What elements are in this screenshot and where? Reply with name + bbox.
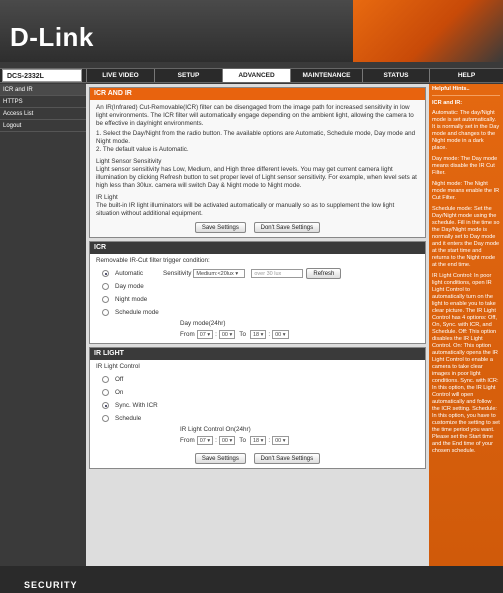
radio-ir-schedule[interactable] bbox=[102, 415, 109, 422]
radio-night-mode-label: Night mode bbox=[115, 295, 148, 303]
icr-condition-label: Removable IR-Cut filter trigger conditio… bbox=[96, 257, 210, 264]
radio-schedule-mode-label: Schedule mode bbox=[115, 308, 159, 316]
lux-input[interactable]: over 30 lux bbox=[251, 269, 304, 278]
chevron-down-icon: ▾ bbox=[235, 271, 239, 277]
chevron-down-icon: ▾ bbox=[229, 332, 233, 338]
day-mode-time-row: From 07 ▾: 00 ▾ To 18 ▾: 00 ▾ bbox=[180, 330, 419, 339]
chevron-down-icon: ▾ bbox=[282, 332, 286, 338]
radio-ir-off[interactable] bbox=[102, 376, 109, 383]
tab-maintenance[interactable]: MAINTENANCE bbox=[290, 69, 362, 82]
radio-ir-on[interactable] bbox=[102, 389, 109, 396]
ir-light-heading: IR Light bbox=[96, 194, 118, 201]
radio-automatic-label: Automatic bbox=[115, 269, 143, 277]
radio-day-mode[interactable] bbox=[102, 283, 109, 290]
chevron-down-icon: ▾ bbox=[229, 438, 233, 444]
help-panel: Helpful Hints.. ICR and IR: Automatic: T… bbox=[429, 84, 503, 566]
sensitivity-select[interactable]: Medium:<20lux ▾ bbox=[193, 269, 246, 278]
tab-setup[interactable]: SETUP bbox=[154, 69, 222, 82]
radio-night-mode[interactable] bbox=[102, 296, 109, 303]
from-label: From bbox=[180, 330, 195, 338]
ir-to-label: To bbox=[239, 436, 246, 444]
save-settings-button[interactable]: Save Settings bbox=[194, 222, 246, 233]
tab-advanced[interactable]: ADVANCED bbox=[222, 69, 290, 82]
ir-to-minute-select[interactable]: 00 ▾ bbox=[272, 436, 289, 445]
icr-title: ICR bbox=[90, 242, 425, 254]
help-schedule-mode: Schedule mode: Set the Day/Night mode us… bbox=[432, 206, 500, 268]
from-minute-select[interactable]: 00 ▾ bbox=[218, 330, 236, 339]
ir-light-panel: IR LIGHT IR Light Control Off On Sync. W… bbox=[89, 347, 426, 469]
help-title: Helpful Hints.. bbox=[432, 86, 500, 96]
icr-ir-title: ICR AND IR bbox=[90, 88, 425, 100]
ir-to-hour-value: 18 bbox=[252, 438, 260, 444]
chevron-down-icon: ▾ bbox=[260, 332, 264, 338]
to-hour-value: 18 bbox=[252, 332, 260, 338]
tab-status[interactable]: STATUS bbox=[362, 69, 429, 82]
help-ir-light-control: IR Light Control: In poor light conditio… bbox=[432, 273, 500, 454]
radio-ir-schedule-label: Schedule bbox=[115, 414, 142, 422]
sidebar-item-icr-and-ir[interactable]: ICR and IR bbox=[0, 84, 86, 96]
to-minute-select[interactable]: 00 ▾ bbox=[272, 330, 289, 339]
ir-time-row: From 07 ▾: 00 ▾ To 18 ▾: 00 ▾ bbox=[180, 436, 419, 445]
sidebar-item-https[interactable]: HTTPS bbox=[0, 96, 86, 108]
nav-tabs: LIVE VIDEO SETUP ADVANCED MAINTENANCE ST… bbox=[86, 69, 429, 82]
dlink-logo: D-Link bbox=[10, 22, 94, 52]
ir-light-control-label: IR Light Control bbox=[96, 363, 140, 370]
from-hour-select[interactable]: 07 ▾ bbox=[196, 330, 214, 339]
radio-ir-on-label: On bbox=[115, 388, 124, 396]
tab-live-video[interactable]: LIVE VIDEO bbox=[86, 69, 154, 82]
icr-ir-panel: ICR AND IR An IR(Infrared) Cut-Removable… bbox=[89, 87, 426, 238]
help-heading: ICR and IR: bbox=[432, 100, 463, 106]
help-night-mode: Night mode: The Night mode means enable … bbox=[432, 181, 500, 201]
sidebar: ICR and IR HTTPS Access List Logout bbox=[0, 84, 86, 566]
radio-day-mode-label: Day mode bbox=[115, 282, 144, 290]
refresh-button[interactable]: Refresh bbox=[306, 268, 342, 279]
ir-from-minute-select[interactable]: 00 ▾ bbox=[218, 436, 236, 445]
header-accent bbox=[353, 0, 503, 62]
footer-security: SECURITY bbox=[24, 580, 78, 590]
sensitivity-label: Sensitivity bbox=[163, 269, 192, 277]
to-hour-select[interactable]: 18 ▾ bbox=[249, 330, 267, 339]
chevron-down-icon: ▾ bbox=[260, 438, 264, 444]
ir-light-title: IR LIGHT bbox=[90, 348, 425, 360]
sensitivity-select-value: Medium:<20lux bbox=[196, 271, 234, 277]
radio-ir-sync-icr[interactable] bbox=[102, 402, 109, 409]
ir-from-hour-select[interactable]: 07 ▾ bbox=[196, 436, 214, 445]
ir-from-minute-value: 00 bbox=[221, 438, 228, 444]
chevron-down-icon: ▾ bbox=[207, 332, 211, 338]
sensitivity-desc: Light sensor sensitivity has Low, Medium… bbox=[96, 166, 417, 189]
icr-step2: 2. The default value is Automatic. bbox=[96, 146, 189, 153]
radio-ir-sync-icr-label: Sync. With ICR bbox=[115, 401, 158, 409]
icr-step1: 1. Select the Day/Night from the radio b… bbox=[96, 130, 416, 145]
dont-save-settings-button[interactable]: Don't Save Settings bbox=[253, 222, 321, 233]
main-content: ICR AND IR An IR(Infrared) Cut-Removable… bbox=[86, 84, 429, 566]
ir-on-label: IR Light Control On(24hr) bbox=[180, 426, 251, 433]
ir-to-hour-select[interactable]: 18 ▾ bbox=[249, 436, 267, 445]
from-hour-value: 07 bbox=[199, 332, 206, 338]
ir-to-minute-value: 00 bbox=[275, 438, 282, 444]
ir-save-settings-button[interactable]: Save Settings bbox=[194, 453, 246, 464]
chevron-down-icon: ▾ bbox=[207, 438, 211, 444]
to-minute-value: 00 bbox=[275, 332, 282, 338]
chevron-down-icon: ▾ bbox=[282, 438, 286, 444]
ir-from-hour-value: 07 bbox=[199, 438, 206, 444]
icr-panel: ICR Removable IR-Cut filter trigger cond… bbox=[89, 241, 426, 344]
ir-dont-save-settings-button[interactable]: Don't Save Settings bbox=[253, 453, 321, 464]
radio-schedule-mode[interactable] bbox=[102, 309, 109, 316]
radio-ir-off-label: Off bbox=[115, 375, 124, 383]
help-automatic: Automatic: The day/Night mode is set aut… bbox=[432, 110, 500, 151]
tab-help[interactable]: HELP bbox=[429, 69, 503, 82]
to-label: To bbox=[239, 330, 246, 338]
sensitivity-heading: Light Sensor Sensitivity bbox=[96, 158, 162, 165]
icr-desc: An IR(Infrared) Cut-Removable(ICR) filte… bbox=[96, 104, 414, 127]
radio-automatic[interactable] bbox=[102, 270, 109, 277]
sidebar-item-access-list[interactable]: Access List bbox=[0, 108, 86, 120]
ir-from-label: From bbox=[180, 436, 195, 444]
sidebar-item-logout[interactable]: Logout bbox=[0, 120, 86, 132]
ir-light-desc: The built-in IR light illuminators will … bbox=[96, 202, 395, 217]
day-mode-label: Day mode(24hr) bbox=[180, 320, 226, 327]
help-day-mode: Day mode: The Day mode means disable the… bbox=[432, 156, 498, 176]
model-label: DCS-2332L bbox=[2, 69, 82, 82]
from-minute-value: 00 bbox=[221, 332, 228, 338]
